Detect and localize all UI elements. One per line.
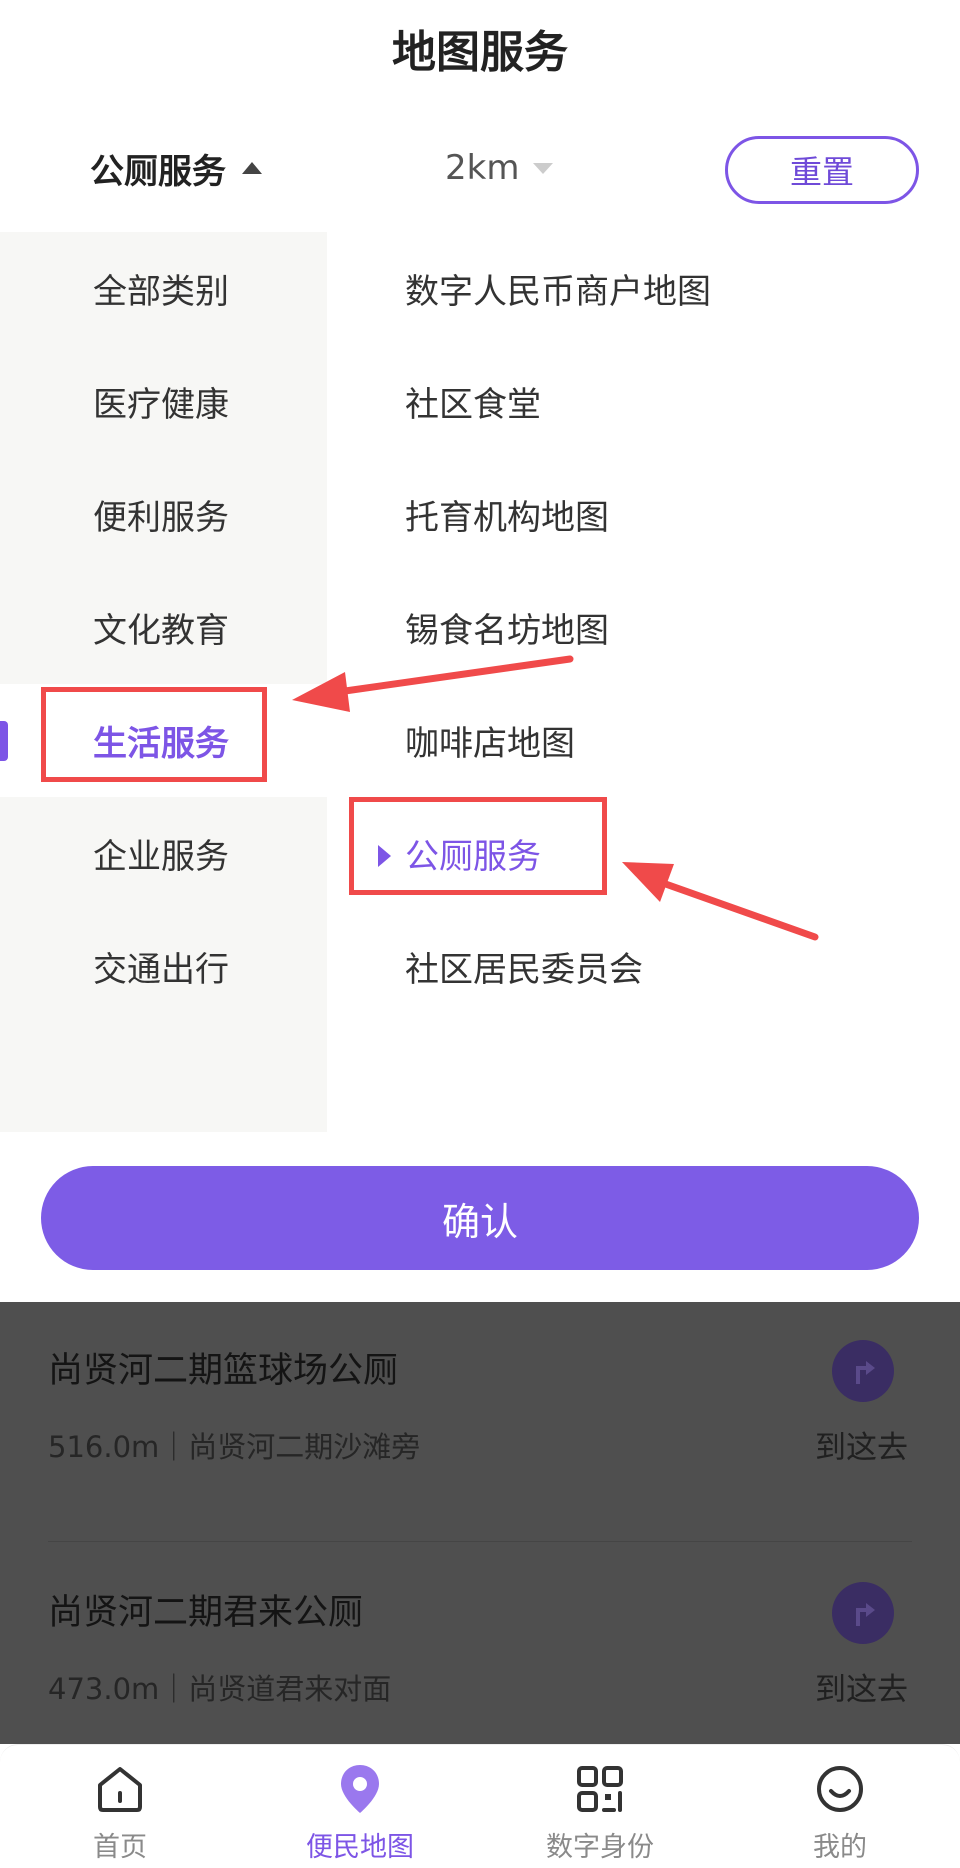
reset-button[interactable]: 重置 [725, 136, 919, 204]
subcategory-item-label: 社区居民委员会 [405, 950, 643, 990]
list-item[interactable]: 尚贤河二期篮球场公厕 516.0m｜尚贤河二期沙滩旁 到这去 [0, 1302, 960, 1542]
result-name: 尚贤河二期篮球场公厕 [48, 1351, 399, 1391]
annotation-highlight-box [349, 797, 607, 895]
tab-home[interactable]: 首页 [0, 1745, 240, 1868]
subcategory-item-label: 托育机构地图 [405, 498, 609, 538]
category-item-all[interactable]: 全部类别 [0, 232, 327, 345]
result-meta: 516.0m｜尚贤河二期沙滩旁 [48, 1430, 421, 1464]
tab-label: 便民地图 [306, 1832, 414, 1863]
category-item-label: 文化教育 [93, 611, 229, 651]
category-list: 全部类别 医疗健康 便利服务 文化教育 生活服务 企业服务 交通出行 [0, 232, 327, 1132]
category-item-convenience[interactable]: 便利服务 [0, 458, 327, 571]
category-item-label: 企业服务 [93, 837, 229, 877]
distance-filter-label: 2km [445, 148, 520, 188]
subcategory-item-canteen[interactable]: 社区食堂 [405, 345, 541, 458]
tab-label: 数字身份 [546, 1832, 654, 1863]
category-item-label: 医疗健康 [93, 385, 229, 425]
navigate-icon[interactable] [832, 1582, 894, 1644]
divider [48, 1541, 912, 1542]
category-item-enterprise[interactable]: 企业服务 [0, 797, 327, 910]
category-item-transport[interactable]: 交通出行 [0, 910, 327, 1023]
smiley-icon [812, 1761, 868, 1817]
tab-label: 首页 [93, 1832, 147, 1863]
confirm-button[interactable]: 确认 [41, 1166, 919, 1270]
category-item-medical[interactable]: 医疗健康 [0, 345, 327, 458]
subcategory-item-label: 咖啡店地图 [405, 724, 575, 764]
caret-up-icon [242, 162, 262, 174]
category-filter-label: 公厕服务 [90, 151, 226, 192]
tab-digital-id[interactable]: 数字身份 [480, 1745, 720, 1868]
subcategory-item-label: 社区食堂 [405, 385, 541, 425]
caret-down-icon [533, 162, 554, 174]
map-pin-icon [332, 1761, 388, 1817]
home-icon [92, 1761, 148, 1817]
filter-bar: 公厕服务 2km 重置 [0, 120, 960, 216]
result-meta: 473.0m｜尚贤道君来对面 [48, 1672, 392, 1706]
navigate-icon[interactable] [832, 1340, 894, 1402]
category-filter-dropdown[interactable]: 公厕服务 [90, 144, 262, 192]
navigate-label[interactable]: 到这去 [815, 1664, 908, 1709]
active-indicator [0, 721, 8, 761]
subcategory-item-digital-rmb[interactable]: 数字人民币商户地图 [405, 232, 711, 345]
category-panel: 全部类别 医疗健康 便利服务 文化教育 生活服务 企业服务 交通出行 数字人民币… [0, 232, 960, 1132]
distance-filter-dropdown[interactable]: 2km [445, 144, 554, 192]
navigate-label[interactable]: 到这去 [815, 1422, 908, 1467]
category-item-label: 全部类别 [93, 272, 229, 312]
subcategory-item-food[interactable]: 锡食名坊地图 [405, 571, 609, 684]
subcategory-item-label: 锡食名坊地图 [405, 611, 609, 651]
tab-label: 我的 [813, 1832, 867, 1863]
subcategory-item-label: 数字人民币商户地图 [405, 272, 711, 312]
annotation-highlight-box [41, 687, 267, 782]
qr-code-icon [572, 1761, 628, 1817]
page-title: 地图服务 [392, 27, 568, 78]
result-name: 尚贤河二期君来公厕 [48, 1593, 364, 1633]
subcategory-item-childcare[interactable]: 托育机构地图 [405, 458, 609, 571]
category-item-label: 交通出行 [93, 950, 229, 990]
dim-overlay[interactable]: 尚贤河二期篮球场公厕 516.0m｜尚贤河二期沙滩旁 到这去 尚贤河二期君来公厕… [0, 1302, 960, 1744]
bottom-tab-bar: 首页 便民地图 数字身份 我的 [0, 1744, 960, 1868]
category-item-label: 便利服务 [93, 498, 229, 538]
category-item-culture[interactable]: 文化教育 [0, 571, 327, 684]
subcategory-item-residents-committee[interactable]: 社区居民委员会 [405, 910, 643, 1023]
tab-mine[interactable]: 我的 [720, 1745, 960, 1868]
tab-map[interactable]: 便民地图 [240, 1745, 480, 1868]
subcategory-item-coffee[interactable]: 咖啡店地图 [405, 684, 575, 797]
